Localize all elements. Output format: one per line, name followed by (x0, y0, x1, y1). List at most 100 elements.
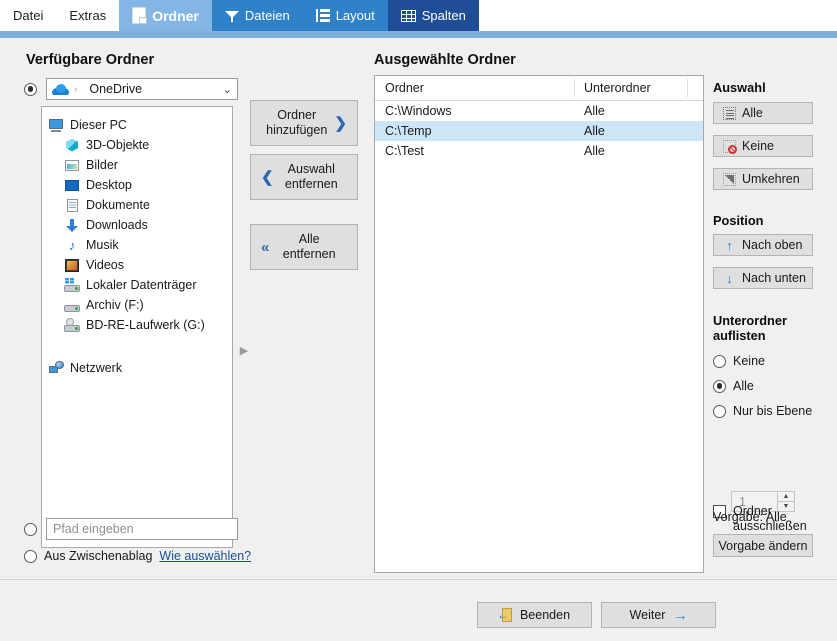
invert-selection-button[interactable]: Umkehren (713, 168, 813, 190)
tab-datei-label: Datei (13, 9, 43, 22)
tab-spalten-label: Spalten (422, 9, 466, 22)
cell-ordner: C:\Temp (375, 124, 574, 138)
select-all-button[interactable]: Alle (713, 102, 813, 124)
select-none-button[interactable]: Keine (713, 135, 813, 157)
column-header-ordner[interactable]: Ordner (375, 81, 574, 95)
path-row: Pfad eingeben (24, 518, 238, 540)
spinner-up-icon[interactable]: ▲ (777, 491, 795, 501)
layout-icon (316, 9, 330, 22)
tree-item[interactable]: 3D-Objekte (42, 135, 232, 155)
move-down-button[interactable]: ↓ Nach unten (713, 267, 813, 289)
tree-item[interactable]: Videos (42, 255, 232, 275)
tab-datei[interactable]: Datei (0, 0, 56, 31)
radio-source-path[interactable] (24, 523, 37, 536)
table-row[interactable]: C:\Windows Alle (375, 101, 703, 121)
radio-subfolder-level[interactable]: Nur bis Ebene (713, 404, 812, 418)
radio-indicator (713, 380, 726, 393)
remove-selection-button[interactable]: ❮ Auswahlentfernen (250, 154, 358, 200)
tree-item[interactable]: BD-RE-Laufwerk (G:) (42, 315, 232, 335)
move-up-label: Nach oben (742, 238, 802, 252)
table-row[interactable]: C:\Test Alle (375, 141, 703, 161)
source-row: › OneDrive ⌄ (24, 78, 238, 100)
tab-layout[interactable]: Layout (303, 0, 388, 31)
column-divider[interactable] (574, 79, 575, 97)
chevron-down-icon[interactable]: ⌄ (223, 83, 232, 96)
move-down-label: Nach unten (742, 271, 806, 285)
tree-item[interactable]: Dokumente (42, 195, 232, 215)
pictures-icon (64, 158, 80, 173)
exit-button[interactable]: Beenden (477, 602, 592, 628)
exit-door-icon (499, 608, 512, 622)
default-status-label: Vorgabe: Alle (713, 510, 787, 524)
tree-item[interactable]: Desktop (42, 175, 232, 195)
cell-unterordner: Alle (574, 144, 686, 158)
tree-item[interactable]: Bilder (42, 155, 232, 175)
desktop-icon (64, 178, 80, 193)
tree-expand-arrow-icon[interactable]: ▶ (237, 338, 251, 362)
source-combo-value: OneDrive (82, 82, 217, 96)
tab-extras-label: Extras (69, 9, 106, 22)
tab-dateien[interactable]: Dateien (212, 0, 303, 31)
tree-item-label: Dieser PC (70, 118, 127, 132)
next-button[interactable]: Weiter → (601, 602, 716, 628)
tree-item[interactable]: Dieser PC (42, 115, 232, 135)
cell-unterordner: Alle (574, 124, 686, 138)
cell-unterordner: Alle (574, 104, 686, 118)
available-folders-title: Verfügbare Ordner (26, 52, 154, 68)
onedrive-cloud-icon (52, 84, 69, 95)
arrow-up-icon: ↑ (723, 239, 736, 252)
column-header-unterordner[interactable]: Unterordner (574, 81, 686, 95)
tree-item[interactable]: Downloads (42, 215, 232, 235)
tab-ordner-label: Ordner (152, 9, 199, 23)
optical-drive-icon (64, 318, 80, 333)
selection-group-title: Auswahl (713, 80, 766, 95)
tree-item-label: Videos (86, 258, 124, 272)
position-group-title: Position (713, 213, 763, 228)
tree-item-label: BD-RE-Laufwerk (G:) (86, 318, 205, 332)
pc-icon (48, 118, 64, 133)
tree-item-label: Musik (86, 238, 119, 252)
tree-item-label: 3D-Objekte (86, 138, 149, 152)
radio-subfolder-none[interactable]: Keine (713, 354, 765, 368)
radio-source-browse[interactable] (24, 83, 37, 96)
tree-item[interactable]: ♪ Musik (42, 235, 232, 255)
tab-dateien-label: Dateien (245, 9, 290, 22)
tree-item-label: Archiv (F:) (86, 298, 144, 312)
path-input[interactable]: Pfad eingeben (46, 518, 238, 540)
hdd-icon (64, 278, 80, 293)
tree-item[interactable]: Lokaler Datenträger (42, 275, 232, 295)
change-default-label: Vorgabe ändern (719, 539, 808, 553)
table-row[interactable]: C:\Temp Alle (375, 121, 703, 141)
column-divider[interactable] (687, 79, 688, 97)
tree-item[interactable]: Archiv (F:) (42, 295, 232, 315)
drive-icon (64, 298, 80, 313)
change-default-button[interactable]: Vorgabe ändern (713, 534, 813, 557)
grid-icon (401, 10, 416, 22)
invert-selection-icon (723, 173, 736, 186)
tab-spalten[interactable]: Spalten (388, 0, 479, 31)
tab-ordner[interactable]: Ordner (119, 0, 212, 31)
selected-folders-table[interactable]: Ordner Unterordner C:\Windows Alle C:\Te… (374, 75, 704, 573)
main-content: Verfügbare Ordner › OneDrive ⌄ Dieser PC… (0, 38, 837, 579)
remove-all-button[interactable]: « Alleentfernen (250, 224, 358, 270)
move-up-button[interactable]: ↑ Nach oben (713, 234, 813, 256)
add-folder-button[interactable]: ❯ Ordnerhinzufügen (250, 100, 358, 146)
select-all-label: Alle (742, 106, 763, 120)
tree-item-label: Downloads (86, 218, 148, 232)
tree-item[interactable]: Netzwerk (42, 358, 232, 378)
how-to-select-link[interactable]: Wie auswählen? (159, 549, 251, 563)
source-combo[interactable]: › OneDrive ⌄ (46, 78, 238, 100)
footer-bar: Beenden Weiter → (0, 580, 837, 641)
folder-tree[interactable]: Dieser PC 3D-Objekte Bilder Desktop Doku… (41, 106, 233, 548)
chevron-left-icon: ❮ (251, 168, 274, 186)
tab-extras[interactable]: Extras (56, 0, 119, 31)
radio-source-clipboard[interactable] (24, 550, 37, 563)
cell-ordner: C:\Windows (375, 104, 574, 118)
select-all-icon (723, 107, 736, 120)
radio-indicator (713, 405, 726, 418)
next-button-label: Weiter (630, 608, 666, 622)
selected-folders-title: Ausgewählte Ordner (374, 52, 516, 68)
radio-subfolder-all[interactable]: Alle (713, 379, 754, 393)
music-icon: ♪ (64, 238, 80, 253)
select-none-label: Keine (742, 139, 774, 153)
